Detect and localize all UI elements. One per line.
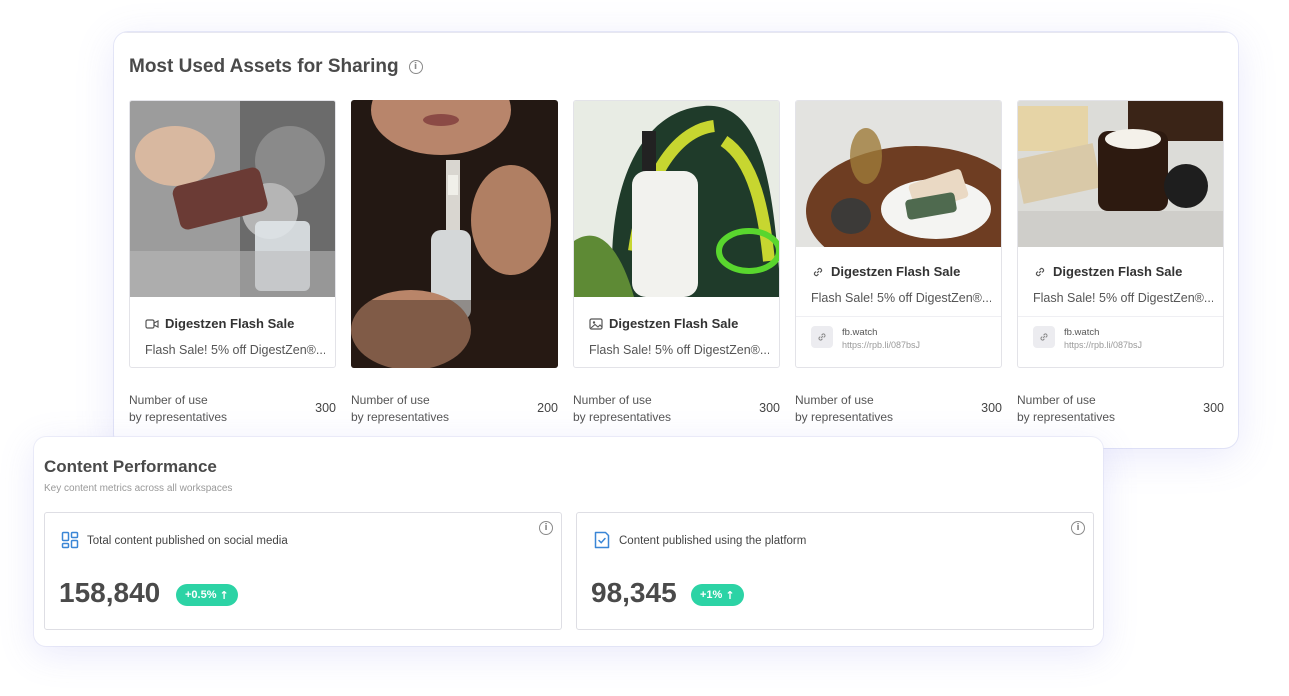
asset-card-body: Digestzen Flash Sale Flash Sale! 5% off … [589, 316, 769, 357]
link-domain: fb.watch [1064, 327, 1100, 338]
link-icon [1035, 267, 1045, 276]
usage-stats: Number of use by representatives 200 [351, 392, 558, 428]
assets-panel-title: Most Used Assets for Sharing [129, 56, 399, 77]
asset-card-title-row: Digestzen Flash Sale [811, 264, 991, 279]
link-url[interactable]: https://rpb.li/087bsJ [842, 340, 920, 350]
metric-card-social-media: Total content published on social media … [44, 512, 562, 630]
asset-tile[interactable] [351, 100, 558, 368]
link-preview[interactable]: fb.watch https://rpb.li/087bsJ [1018, 316, 1223, 367]
link-preview[interactable]: fb.watch https://rpb.li/087bsJ [796, 316, 1001, 367]
performance-title: Content Performance [44, 457, 217, 476]
checked-document-icon [594, 531, 610, 549]
arrow-up-icon: ↑ [219, 588, 229, 602]
usage-label-line2: by representatives [1017, 410, 1116, 424]
asset-card[interactable]: Number of use by representatives 200 [351, 100, 558, 424]
asset-tile[interactable]: Digestzen Flash Sale Flash Sale! 5% off … [795, 100, 1002, 368]
asset-card-description: Flash Sale! 5% off DigestZen®... [589, 343, 769, 357]
metric-label: Total content published on social media [87, 535, 288, 547]
metric-value: 98,345 [591, 577, 677, 608]
content-performance-panel: Content Performance Key content metrics … [34, 437, 1103, 646]
asset-card-description: Flash Sale! 5% off DigestZen®... [811, 291, 991, 305]
link-preview-icon-box [1033, 326, 1055, 348]
link-icon [813, 267, 823, 276]
asset-card[interactable]: Digestzen Flash Sale Flash Sale! 5% off … [795, 100, 1002, 424]
asset-thumbnail [351, 100, 558, 368]
asset-card-title-row: Digestzen Flash Sale [145, 316, 325, 331]
video-icon [145, 318, 159, 329]
performance-subtitle: Key content metrics across all workspace… [44, 483, 233, 494]
usage-label-line2: by representatives [351, 410, 450, 424]
panel-top-border [114, 32, 1238, 33]
arrow-up-icon: ↑ [725, 588, 735, 602]
usage-stats: Number of use by representatives 300 [129, 392, 336, 428]
asset-thumbnail [796, 101, 1001, 247]
asset-card-title: Digestzen Flash Sale [609, 316, 739, 331]
asset-thumbnail [1018, 101, 1223, 247]
link-url[interactable]: https://rpb.li/087bsJ [1064, 340, 1142, 350]
usage-count: 300 [981, 401, 1002, 415]
usage-count: 300 [759, 401, 780, 415]
link-icon [1040, 333, 1048, 341]
asset-card[interactable]: Digestzen Flash Sale Flash Sale! 5% off … [1017, 100, 1224, 424]
change-value: +0.5% [185, 589, 217, 601]
asset-card[interactable]: Digestzen Flash Sale Flash Sale! 5% off … [129, 100, 336, 424]
usage-label-line1: Number of use [129, 393, 208, 407]
metric-value: 158,840 [59, 577, 161, 608]
asset-tile[interactable]: Digestzen Flash Sale Flash Sale! 5% off … [573, 100, 780, 368]
usage-stats: Number of use by representatives 300 [1017, 392, 1224, 428]
usage-label: Number of use by representatives [129, 392, 227, 426]
usage-label-line1: Number of use [795, 393, 874, 407]
asset-thumbnail [574, 101, 779, 297]
change-value: +1% [700, 589, 723, 601]
asset-card[interactable]: Digestzen Flash Sale Flash Sale! 5% off … [573, 100, 780, 424]
info-icon[interactable]: i [539, 521, 553, 535]
metric-card-platform: Content published using the platform i 9… [576, 512, 1094, 630]
asset-tile[interactable]: Digestzen Flash Sale Flash Sale! 5% off … [1017, 100, 1224, 368]
link-icon [818, 333, 826, 341]
most-used-assets-panel: Most Used Assets for Sharing i Digestzen… [114, 32, 1238, 448]
link-preview-icon-box [811, 326, 833, 348]
usage-label: Number of use by representatives [351, 392, 449, 426]
link-domain: fb.watch [842, 327, 878, 338]
change-badge: +1% ↑ [691, 584, 744, 606]
asset-card-title: Digestzen Flash Sale [831, 264, 961, 279]
usage-label-line1: Number of use [351, 393, 430, 407]
image-icon [589, 317, 603, 330]
usage-count: 200 [537, 401, 558, 415]
info-icon[interactable]: i [1071, 521, 1085, 535]
usage-label: Number of use by representatives [795, 392, 893, 426]
usage-count: 300 [315, 401, 336, 415]
asset-card-description: Flash Sale! 5% off DigestZen®... [1033, 291, 1213, 305]
usage-label-line1: Number of use [573, 393, 652, 407]
usage-count: 300 [1203, 401, 1224, 415]
usage-stats: Number of use by representatives 300 [795, 392, 1002, 428]
asset-card-title-row: Digestzen Flash Sale [1033, 264, 1213, 279]
asset-card-title: Digestzen Flash Sale [165, 316, 295, 331]
grid-icon [61, 531, 79, 549]
asset-card-body: Digestzen Flash Sale Flash Sale! 5% off … [1033, 264, 1213, 305]
asset-card-title-row: Digestzen Flash Sale [589, 316, 769, 331]
asset-thumbnail [130, 101, 335, 297]
assets-panel-header: Most Used Assets for Sharing i [129, 56, 423, 78]
change-badge: +0.5% ↑ [176, 584, 238, 606]
asset-card-body: Digestzen Flash Sale Flash Sale! 5% off … [145, 316, 325, 357]
usage-label: Number of use by representatives [1017, 392, 1115, 426]
asset-card-body: Digestzen Flash Sale Flash Sale! 5% off … [811, 264, 991, 305]
asset-card-title: Digestzen Flash Sale [1053, 264, 1183, 279]
usage-label-line2: by representatives [795, 410, 894, 424]
asset-tile[interactable]: Digestzen Flash Sale Flash Sale! 5% off … [129, 100, 336, 368]
usage-label-line2: by representatives [573, 410, 672, 424]
asset-card-description: Flash Sale! 5% off DigestZen®... [145, 343, 325, 357]
usage-label-line1: Number of use [1017, 393, 1096, 407]
metric-label: Content published using the platform [619, 535, 807, 547]
usage-stats: Number of use by representatives 300 [573, 392, 780, 428]
info-icon[interactable]: i [408, 60, 423, 74]
usage-label: Number of use by representatives [573, 392, 671, 426]
usage-label-line2: by representatives [129, 410, 228, 424]
